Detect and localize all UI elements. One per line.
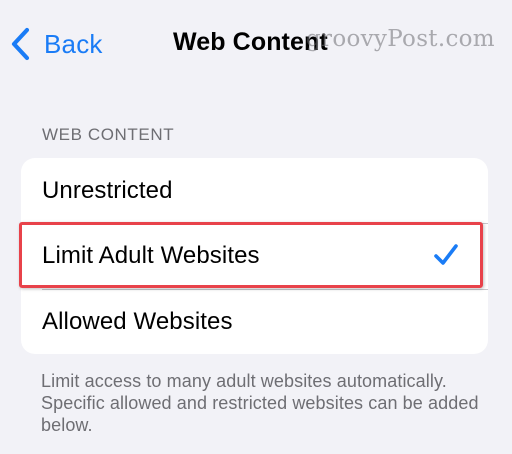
option-label: Allowed Websites bbox=[42, 307, 233, 335]
chevron-left-icon bbox=[10, 27, 32, 61]
navigation-bar: Back Web Content groovyPost.com bbox=[0, 0, 512, 88]
watermark: groovyPost.com bbox=[306, 26, 495, 52]
checkmark-icon bbox=[433, 243, 459, 267]
option-allowed-websites[interactable]: Allowed Websites bbox=[21, 289, 488, 354]
back-label: Back bbox=[44, 28, 103, 59]
footer-description: Limit access to many adult websites auto… bbox=[41, 371, 479, 435]
page-title: Web Content bbox=[173, 28, 328, 56]
web-content-options-list: Unrestricted Limit Adult Websites Allowe… bbox=[21, 158, 488, 354]
option-label: Limit Adult Websites bbox=[42, 241, 260, 269]
option-unrestricted[interactable]: Unrestricted bbox=[21, 158, 488, 223]
back-button[interactable]: Back bbox=[10, 24, 103, 64]
section-header: WEB CONTENT bbox=[42, 125, 175, 144]
option-limit-adult-websites[interactable]: Limit Adult Websites bbox=[21, 223, 488, 288]
option-label: Unrestricted bbox=[42, 176, 173, 204]
